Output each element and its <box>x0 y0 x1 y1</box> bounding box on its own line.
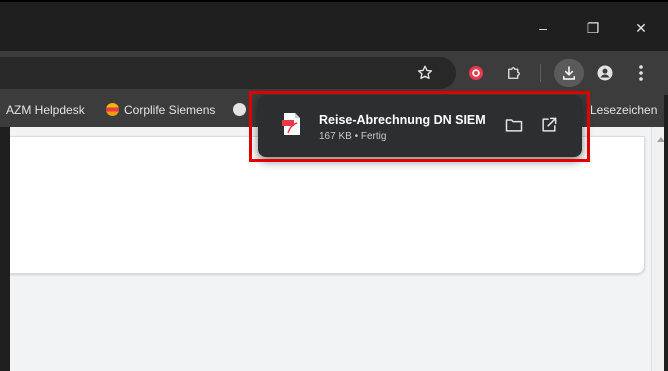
bookmark-lesezeichen[interactable]: Lesezeichen <box>590 103 657 117</box>
bookmark-label: AZM Helpdesk <box>6 103 85 117</box>
bookmark-label: Lesezeichen <box>590 103 658 117</box>
puzzle-icon[interactable] <box>502 61 526 85</box>
minimize-button[interactable]: – <box>520 16 566 40</box>
globe-icon <box>233 103 246 116</box>
download-button[interactable] <box>554 59 584 87</box>
bookmark-corplife-siemens[interactable]: Corplife Siemens <box>106 103 215 117</box>
download-icon <box>563 66 575 80</box>
browser-toolbar <box>0 51 668 95</box>
menu-icon[interactable] <box>629 61 653 85</box>
bookmark-label: Corplife Siemens <box>124 103 216 117</box>
corplife-icon <box>106 103 119 116</box>
title-bar: – ❐ ✕ <box>0 2 668 51</box>
window-right-frame <box>664 95 668 371</box>
close-button[interactable]: ✕ <box>618 16 664 40</box>
profile-icon[interactable] <box>593 61 617 85</box>
restore-button[interactable]: ❐ <box>570 16 616 40</box>
toolbar-separator <box>540 64 541 82</box>
highlight-annotation-box <box>249 91 590 162</box>
address-bar[interactable] <box>0 57 456 89</box>
star-icon[interactable] <box>413 61 437 85</box>
bookmark-azm-helpdesk[interactable]: AZM Helpdesk <box>6 103 85 117</box>
extension-red-icon[interactable] <box>464 61 488 85</box>
